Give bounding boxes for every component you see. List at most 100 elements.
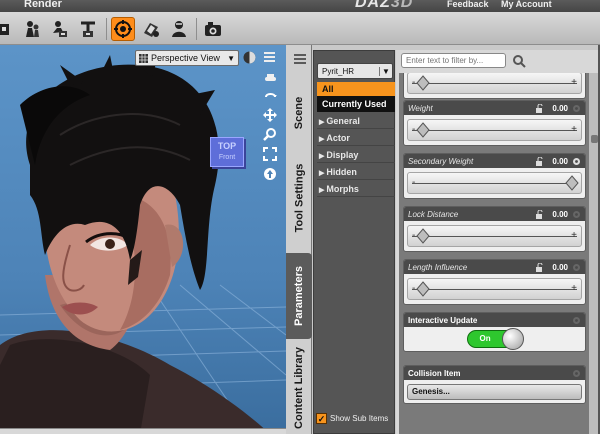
morph-tool-icon[interactable] bbox=[167, 17, 191, 41]
secondary-weight-slider[interactable]: - bbox=[407, 172, 582, 194]
chevron-down-icon: ▼ bbox=[227, 53, 235, 63]
logo-text: DAZ bbox=[355, 0, 391, 11]
property-value: 0.00 bbox=[552, 209, 568, 219]
checkmark-icon: ✓ bbox=[316, 413, 327, 424]
property-card-weight: Weight 0.00 - + bbox=[403, 100, 586, 146]
slider-knob[interactable] bbox=[416, 228, 430, 244]
category-list: Pyrit_HR ▼ All Currently Used ▶ General ▶… bbox=[313, 50, 395, 434]
view-selector-label: Perspective View bbox=[151, 53, 220, 63]
figure-tool-icon[interactable] bbox=[20, 17, 44, 41]
viewport-menu-icon[interactable] bbox=[262, 50, 276, 64]
show-sub-items-checkbox[interactable]: ✓ Show Sub Items bbox=[316, 413, 388, 424]
camera-render-icon[interactable] bbox=[201, 17, 225, 41]
orbit-icon[interactable] bbox=[263, 89, 277, 103]
scrollbar-thumb[interactable] bbox=[591, 135, 598, 143]
node-selector[interactable]: Pyrit_HR ▼ bbox=[317, 63, 393, 79]
category-morphs[interactable]: ▶ Morphs bbox=[317, 181, 395, 197]
weight-slider[interactable]: - + bbox=[407, 119, 582, 141]
figure-align-icon[interactable] bbox=[76, 17, 100, 41]
property-cards: - + Weight 0.00 - + Secondary Weight 0.0… bbox=[399, 73, 589, 434]
toggle-knob[interactable] bbox=[501, 328, 524, 350]
gear-icon[interactable] bbox=[572, 104, 581, 113]
vertical-tab-strip: Scene Tool Settings Parameters Content L… bbox=[286, 45, 312, 434]
lock-icon[interactable] bbox=[535, 103, 545, 113]
zoom-icon[interactable] bbox=[263, 127, 277, 141]
shading-icon[interactable] bbox=[242, 50, 256, 64]
logo-3d: 3D bbox=[390, 0, 414, 11]
category-display[interactable]: ▶ Display bbox=[317, 147, 395, 163]
interactive-update-toggle[interactable]: On bbox=[466, 328, 524, 350]
property-value: 0.00 bbox=[552, 262, 568, 272]
slider-knob[interactable] bbox=[565, 175, 579, 191]
category-actor[interactable]: ▶ Actor bbox=[317, 130, 395, 146]
gear-icon[interactable] bbox=[572, 316, 581, 325]
property-label: Collision Item bbox=[408, 368, 461, 378]
rendered-figure bbox=[0, 50, 286, 434]
pose-tool-icon[interactable] bbox=[139, 17, 163, 41]
property-slider[interactable]: - + bbox=[407, 73, 582, 94]
category-all[interactable]: All bbox=[317, 82, 395, 96]
tab-content-library[interactable]: Content Library bbox=[286, 343, 312, 433]
slider-knob[interactable] bbox=[416, 122, 430, 138]
aim-icon[interactable] bbox=[263, 71, 277, 85]
3d-viewport[interactable]: Perspective View ▼ TOP Front bbox=[0, 45, 286, 434]
frame-icon[interactable] bbox=[263, 147, 277, 161]
category-general[interactable]: ▶ General bbox=[317, 113, 395, 129]
figure-add-icon[interactable] bbox=[0, 17, 16, 41]
reset-view-icon[interactable] bbox=[263, 167, 277, 181]
lock-icon[interactable] bbox=[535, 262, 545, 272]
property-label: Interactive Update bbox=[408, 315, 478, 325]
property-value: 0.00 bbox=[552, 103, 568, 113]
property-card-secondary-weight: Secondary Weight 0.00 - bbox=[403, 153, 586, 199]
toolbar bbox=[0, 12, 600, 45]
parameters-panel: Scene Tool Settings Parameters Content L… bbox=[286, 45, 600, 434]
length-influence-slider[interactable]: - + bbox=[407, 278, 582, 300]
category-hidden[interactable]: ▶ Hidden bbox=[317, 164, 395, 180]
search-icon[interactable] bbox=[512, 54, 526, 68]
property-value: 0.00 bbox=[552, 156, 568, 166]
node-icon[interactable] bbox=[48, 17, 72, 41]
tab-scene[interactable]: Scene bbox=[286, 83, 312, 143]
expand-arrow-icon: ▶ bbox=[319, 153, 325, 160]
gear-icon[interactable] bbox=[572, 263, 581, 272]
view-selector[interactable]: Perspective View ▼ bbox=[135, 50, 239, 66]
menu-bar: Render DAZ3D Feedback My Account bbox=[0, 0, 600, 12]
lock-icon[interactable] bbox=[535, 156, 545, 166]
pan-icon[interactable] bbox=[263, 108, 277, 122]
filter-input[interactable] bbox=[401, 53, 506, 68]
daz-logo: DAZ3D bbox=[355, 0, 413, 12]
grid-icon bbox=[139, 53, 148, 63]
tab-tool-settings[interactable]: Tool Settings bbox=[286, 148, 312, 248]
feedback-link[interactable]: Feedback bbox=[447, 0, 489, 9]
category-currently-used[interactable]: Currently Used bbox=[317, 96, 395, 112]
gear-icon[interactable] bbox=[572, 157, 581, 166]
slider-knob[interactable] bbox=[416, 281, 430, 297]
expand-arrow-icon: ▶ bbox=[319, 119, 325, 126]
property-card-interactive-update: Interactive Update On bbox=[403, 312, 586, 352]
view-cube[interactable]: TOP Front bbox=[210, 137, 244, 167]
menu-render[interactable]: Render bbox=[24, 0, 62, 10]
tab-parameters[interactable]: Parameters bbox=[286, 253, 312, 339]
show-sub-items-label: Show Sub Items bbox=[330, 414, 389, 423]
slider-knob[interactable] bbox=[416, 75, 430, 91]
property-card-length-influence: Length Influence 0.00 - + bbox=[403, 259, 586, 305]
my-account-link[interactable]: My Account bbox=[501, 0, 552, 9]
lock-icon[interactable] bbox=[535, 209, 545, 219]
toolbar-separator bbox=[196, 18, 197, 40]
gear-icon[interactable] bbox=[572, 210, 581, 219]
gear-icon[interactable] bbox=[572, 369, 581, 378]
property-label: Length Influence bbox=[408, 262, 468, 272]
property-label: Lock Distance bbox=[408, 209, 459, 219]
view-cube-sublabel: Front bbox=[218, 154, 236, 161]
property-label: Weight bbox=[408, 103, 433, 113]
expand-arrow-icon: ▶ bbox=[319, 136, 325, 143]
lock-distance-slider[interactable]: - + bbox=[407, 225, 582, 247]
toggle-state-label: On bbox=[479, 334, 491, 343]
toolbar-separator bbox=[106, 18, 107, 40]
target-tool-icon[interactable] bbox=[111, 17, 135, 41]
panel-menu-icon[interactable] bbox=[294, 54, 306, 64]
expand-arrow-icon: ▶ bbox=[319, 187, 325, 194]
collision-item-button[interactable]: Genesis... bbox=[407, 384, 582, 400]
chevron-down-icon: ▼ bbox=[379, 66, 392, 76]
view-cube-label: TOP bbox=[217, 141, 237, 151]
